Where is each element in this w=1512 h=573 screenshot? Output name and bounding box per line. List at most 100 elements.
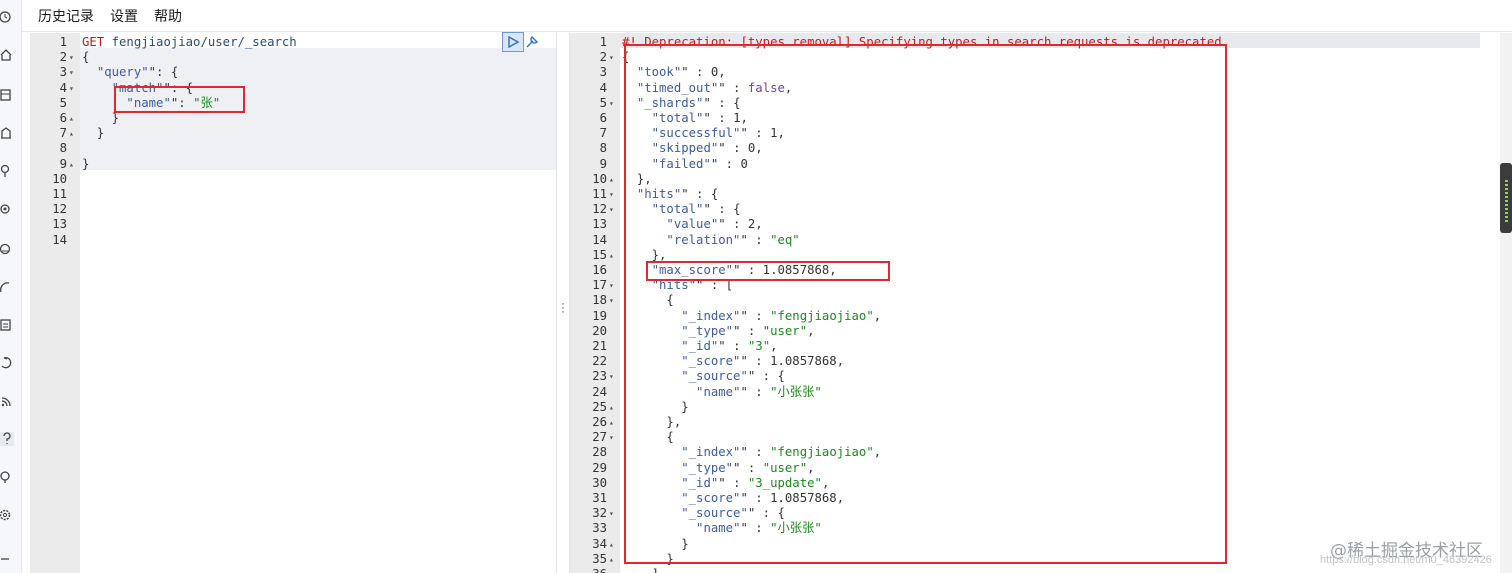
fold-toggle-icon[interactable]: ▾ bbox=[609, 202, 614, 217]
send-request-button[interactable] bbox=[502, 32, 524, 52]
max-score-highlight bbox=[646, 261, 890, 281]
monitoring-icon[interactable] bbox=[0, 394, 14, 408]
watermark-url: https://blog.csdn.net/m0_46392426 bbox=[1320, 554, 1492, 566]
request-line: 8 bbox=[30, 141, 556, 156]
fold-toggle-icon[interactable]: ▾ bbox=[609, 369, 614, 384]
code-text: GET fengjiaojiao/user/_search bbox=[82, 35, 297, 49]
code-text: "query"": { bbox=[96, 65, 179, 80]
line-number: 5 bbox=[59, 95, 67, 110]
fold-toggle-icon[interactable]: ▾ bbox=[609, 278, 614, 293]
siem-icon[interactable] bbox=[0, 356, 14, 370]
line-number: 1 bbox=[59, 35, 67, 49]
line-number: 19 bbox=[592, 308, 607, 323]
fold-toggle-icon[interactable]: ▴ bbox=[609, 248, 614, 263]
request-editor[interactable]: 1 GET fengjiaojiao/user/_search 2 ▾{3 ▾ "que… bbox=[30, 33, 556, 573]
line-number: 8 bbox=[599, 141, 607, 156]
line-number: 9 bbox=[59, 156, 67, 171]
line-number: 25 bbox=[592, 399, 607, 414]
fold-toggle-icon[interactable]: ▾ bbox=[609, 293, 614, 308]
line-number: 13 bbox=[592, 217, 607, 232]
fold-toggle-icon[interactable]: ▾ bbox=[609, 506, 614, 521]
line-number: 32 bbox=[592, 506, 607, 521]
line-number: 11 bbox=[592, 187, 607, 201]
management-icon[interactable] bbox=[0, 470, 14, 484]
fold-toggle-icon[interactable]: ▾ bbox=[69, 50, 74, 65]
line-number: 6 bbox=[599, 111, 607, 125]
fold-toggle-icon[interactable]: ▴ bbox=[609, 567, 614, 573]
line-number: 14 bbox=[592, 232, 607, 247]
help-menu-item[interactable]: 帮助 bbox=[154, 6, 182, 26]
fold-toggle-icon[interactable]: ▴ bbox=[69, 111, 74, 126]
response-line: 36▴ ] bbox=[570, 567, 1500, 573]
line-number: 12 bbox=[592, 202, 607, 217]
panel-splitter[interactable]: · · · bbox=[556, 33, 570, 573]
request-line: 10 bbox=[30, 172, 556, 187]
scrollbar-grip-icon bbox=[1505, 180, 1508, 224]
code-text: } bbox=[82, 156, 90, 171]
fold-toggle-icon[interactable]: ▴ bbox=[69, 126, 74, 141]
wrench-icon[interactable] bbox=[524, 34, 540, 50]
apm-icon[interactable] bbox=[0, 280, 14, 294]
fold-toggle-icon[interactable]: ▴ bbox=[609, 415, 614, 430]
drag-handle-icon[interactable]: · · · bbox=[561, 297, 565, 317]
line-number: 10 bbox=[592, 171, 607, 186]
code-text: } bbox=[82, 111, 120, 125]
name-query-highlight bbox=[114, 86, 245, 113]
fold-toggle-icon[interactable]: ▾ bbox=[69, 65, 74, 80]
line-number: 21 bbox=[592, 339, 607, 353]
line-number: 34 bbox=[592, 536, 607, 551]
visualize-icon[interactable] bbox=[0, 88, 14, 102]
line-number: 2 bbox=[59, 50, 67, 65]
fold-toggle-icon[interactable]: ▾ bbox=[609, 50, 614, 65]
request-line: 2 ▾ { bbox=[30, 50, 556, 65]
line-number: 33 bbox=[592, 521, 607, 536]
fold-toggle-icon[interactable]: ▴ bbox=[69, 157, 74, 172]
play-icon bbox=[508, 36, 519, 48]
line-number: 7 bbox=[599, 126, 607, 141]
fold-toggle-icon[interactable]: ▴ bbox=[609, 552, 614, 567]
fold-toggle-icon[interactable]: ▴ bbox=[609, 172, 614, 187]
discover-icon[interactable] bbox=[0, 48, 14, 62]
canvas-icon[interactable] bbox=[0, 126, 14, 140]
line-number: 31 bbox=[592, 491, 607, 505]
line-number: 36 bbox=[570, 567, 607, 573]
uptime-icon[interactable] bbox=[0, 318, 14, 332]
line-number: 24 bbox=[592, 384, 607, 399]
fold-toggle-icon[interactable]: ▾ bbox=[609, 187, 614, 202]
dashboard-icon[interactable] bbox=[0, 10, 14, 24]
maps-icon[interactable] bbox=[0, 164, 14, 178]
line-number: 8 bbox=[59, 141, 67, 156]
history-menu-item[interactable]: 历史记录 bbox=[38, 6, 94, 26]
line-number: 9 bbox=[599, 156, 607, 171]
line-number: 22 bbox=[592, 354, 607, 369]
line-number: 4 bbox=[59, 80, 67, 95]
request-line: 13 bbox=[30, 217, 556, 232]
observability-icon[interactable] bbox=[0, 242, 14, 256]
fold-toggle-icon[interactable]: ▾ bbox=[69, 81, 74, 96]
line-number: 2 bbox=[599, 50, 607, 65]
line-number: 12 bbox=[52, 202, 67, 217]
left-nav-rail bbox=[0, 0, 22, 573]
response-scrollbar[interactable] bbox=[1500, 33, 1512, 573]
settings-menu-item[interactable]: 设置 bbox=[110, 6, 138, 26]
request-line: 1 GET fengjiaojiao/user/_search bbox=[30, 35, 556, 50]
code-text: } bbox=[82, 126, 105, 141]
fold-toggle-icon[interactable]: ▴ bbox=[609, 400, 614, 415]
dev-tools-icon[interactable] bbox=[0, 432, 14, 446]
ml-icon[interactable] bbox=[0, 202, 14, 216]
fold-toggle-icon[interactable]: ▾ bbox=[609, 96, 614, 111]
line-number: 13 bbox=[52, 217, 67, 232]
line-number: 15 bbox=[592, 247, 607, 262]
code-text: ] bbox=[622, 567, 659, 573]
request-line: 7 ▴ } bbox=[30, 126, 556, 141]
line-number: 26 bbox=[592, 415, 607, 429]
fold-toggle-icon[interactable]: ▴ bbox=[609, 537, 614, 552]
code-text: { bbox=[82, 50, 90, 65]
fold-toggle-icon[interactable]: ▾ bbox=[609, 430, 614, 445]
line-number: 4 bbox=[599, 80, 607, 95]
line-number: 16 bbox=[592, 263, 607, 277]
collapse-nav-icon[interactable] bbox=[0, 552, 14, 566]
settings-icon[interactable] bbox=[0, 508, 14, 522]
request-line: 14 bbox=[30, 233, 556, 248]
line-number: 5 bbox=[599, 95, 607, 110]
